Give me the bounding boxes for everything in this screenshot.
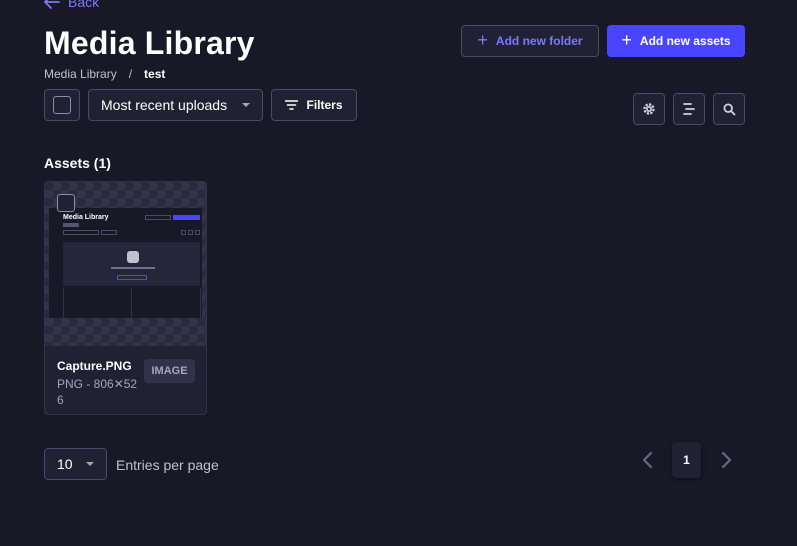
- asset-type-badge: IMAGE: [144, 359, 195, 383]
- arrow-left-icon: [44, 0, 60, 9]
- asset-thumbnail: Media Library: [45, 182, 206, 346]
- preview-divider: [63, 288, 64, 318]
- assets-section-title: Assets (1): [44, 155, 111, 171]
- preview-divider: [200, 288, 201, 318]
- preview-upload-text: [111, 267, 155, 269]
- breadcrumb-separator: /: [128, 67, 133, 81]
- chevron-left-icon: [642, 451, 653, 469]
- gear-icon: [643, 103, 655, 115]
- search-icon: [722, 102, 735, 115]
- list-view-icon: [683, 103, 695, 115]
- previous-page-button[interactable]: [640, 450, 656, 475]
- add-new-folder-button[interactable]: + Add new folder: [461, 25, 599, 57]
- preview-dropzone: [63, 242, 200, 286]
- filters-button[interactable]: Filters: [271, 89, 357, 121]
- checkbox-box: [53, 96, 71, 114]
- preview-breadcrumb: [63, 223, 79, 227]
- filter-icon: [285, 100, 299, 110]
- caret-down-icon: [86, 462, 94, 466]
- next-page-button[interactable]: [718, 450, 734, 475]
- sort-value: Most recent uploads: [101, 97, 228, 113]
- page-size-select[interactable]: 10: [44, 448, 107, 480]
- page-title: Media Library: [44, 25, 255, 61]
- back-link[interactable]: Back: [44, 0, 99, 10]
- add-new-assets-button[interactable]: + Add new assets: [607, 25, 745, 57]
- chevron-right-icon: [721, 451, 732, 469]
- preview-folder-button: [145, 215, 171, 220]
- preview-divider: [131, 288, 132, 318]
- sort-select[interactable]: Most recent uploads: [88, 89, 263, 121]
- preview-icon-button: [195, 230, 200, 235]
- preview-filters: [101, 230, 117, 235]
- filters-label: Filters: [306, 98, 343, 112]
- add-new-assets-label: Add new assets: [639, 34, 731, 48]
- search-button[interactable]: [713, 93, 745, 125]
- preview-upload-icon: [127, 251, 139, 263]
- asset-name: Capture.PNG: [57, 359, 132, 373]
- preview-title: Media Library: [63, 214, 109, 221]
- preview-icon-button: [181, 230, 186, 235]
- caret-down-icon: [242, 103, 250, 107]
- select-all-checkbox[interactable]: [44, 89, 80, 121]
- asset-select-checkbox[interactable]: [57, 194, 75, 212]
- add-new-folder-label: Add new folder: [495, 34, 583, 48]
- asset-card[interactable]: Media Library Capture.PNG PNG - 806✕526 …: [44, 181, 207, 415]
- preview-sort: [63, 230, 99, 235]
- plus-icon: +: [621, 30, 632, 50]
- breadcrumb-root[interactable]: Media Library: [44, 67, 117, 81]
- entries-per-page-label: Entries per page: [116, 457, 219, 473]
- settings-button[interactable]: [633, 93, 665, 125]
- preview-icon-button: [188, 230, 193, 235]
- page-button-1[interactable]: 1: [672, 442, 701, 478]
- preview-upload-button: [117, 275, 147, 280]
- back-label: Back: [68, 0, 100, 10]
- breadcrumb-current: test: [144, 67, 166, 81]
- preview-assets-button: [173, 215, 200, 220]
- breadcrumb: Media Library / test: [44, 67, 165, 81]
- list-view-button[interactable]: [673, 93, 705, 125]
- asset-meta: PNG - 806✕526: [57, 377, 138, 407]
- asset-preview-image: Media Library: [49, 208, 202, 318]
- plus-icon: +: [477, 30, 488, 50]
- page-size-value: 10: [57, 456, 73, 472]
